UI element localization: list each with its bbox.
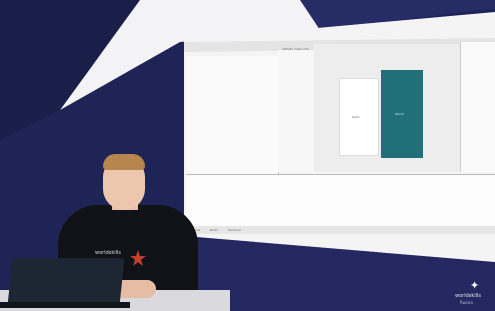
design-preview[interactable]: Hello [339, 78, 379, 156]
attributes-panel[interactable] [460, 42, 495, 172]
presenter-hair [103, 154, 145, 170]
bottom-tab-terminal[interactable]: Terminal [228, 228, 241, 232]
logo-subtext: Russia [460, 300, 473, 305]
worldskills-icon: ✦ [470, 279, 480, 292]
bottom-tool-bar[interactable]: Logcat Build Terminal [186, 226, 495, 234]
blueprint-preview[interactable]: World [381, 70, 423, 158]
preview-label: Hello [352, 115, 360, 119]
laptop [7, 258, 125, 306]
blueprint-label: World [395, 112, 404, 116]
palette-panel[interactable] [278, 50, 315, 172]
logo-text: worldskills [455, 293, 482, 299]
log-panel[interactable] [186, 174, 495, 229]
shirt-logo-text: worldskills [95, 250, 122, 256]
project-tree-panel[interactable] [186, 56, 279, 174]
laptop-base [0, 302, 130, 308]
bottom-tab-build[interactable]: Build [210, 228, 218, 232]
